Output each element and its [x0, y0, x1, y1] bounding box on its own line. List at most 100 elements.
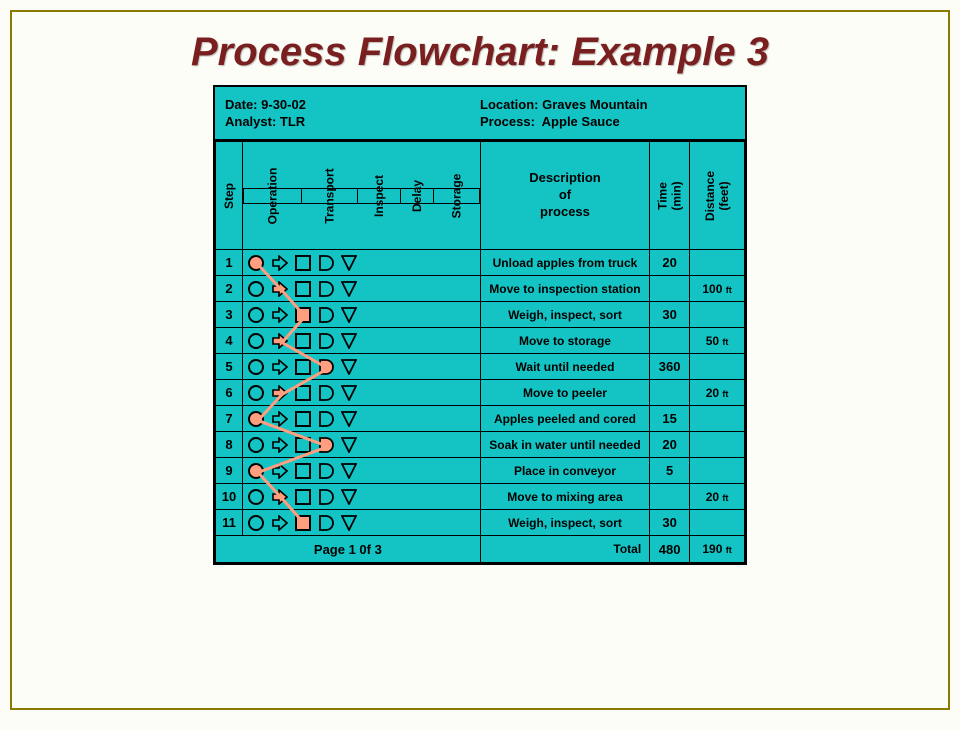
storage-triangle-icon: [341, 255, 357, 271]
distance-cell: 20 ft: [690, 380, 745, 406]
inspect-square-icon: [295, 255, 311, 271]
delay-d-icon: [318, 333, 334, 349]
delay-d-icon: [318, 489, 334, 505]
table-row: 10Move to mixing area20 ft: [216, 484, 745, 510]
time-cell: 30: [650, 510, 690, 536]
step-number: 3: [216, 302, 243, 328]
storage-triangle-icon: [341, 463, 357, 479]
time-cell: 30: [650, 302, 690, 328]
inspect-square-icon: [295, 515, 311, 531]
operation-circle-icon: [248, 489, 264, 505]
transport-arrow-icon: [272, 437, 288, 453]
distance-cell: [690, 432, 745, 458]
symbol-cell: [243, 354, 481, 380]
step-number: 10: [216, 484, 243, 510]
inspect-square-icon: [295, 437, 311, 453]
transport-arrow-icon: [272, 359, 288, 375]
symbol-cell: [243, 276, 481, 302]
time-cell: 15: [650, 406, 690, 432]
transport-arrow-icon: [272, 385, 288, 401]
col-operation-header: Operation: [265, 167, 279, 224]
location-label: Location:: [480, 97, 539, 112]
operation-circle-icon: [248, 515, 264, 531]
storage-triangle-icon: [341, 515, 357, 531]
step-number: 9: [216, 458, 243, 484]
table-row: 9 Place in conveyor5: [216, 458, 745, 484]
col-inspect-header: Inspect: [372, 174, 386, 216]
description-cell: Apples peeled and cored: [480, 406, 649, 432]
time-cell: [650, 484, 690, 510]
analyst-label: Analyst:: [225, 114, 276, 129]
inspect-square-icon: [295, 463, 311, 479]
delay-d-icon: [318, 463, 334, 479]
operation-circle-icon: [248, 333, 264, 349]
inspect-square-icon: [295, 281, 311, 297]
description-cell: Place in conveyor: [480, 458, 649, 484]
meta-header: Date: 9-30-02 Analyst: TLR Location: Gra…: [215, 87, 745, 141]
col-step-header: Step: [222, 183, 236, 209]
flowchart-table: Date: 9-30-02 Analyst: TLR Location: Gra…: [213, 85, 747, 565]
table-row: 7Apples peeled and cored15: [216, 406, 745, 432]
symbol-cell: [243, 380, 481, 406]
description-cell: Wait until needed: [480, 354, 649, 380]
step-number: 1: [216, 250, 243, 276]
inspect-square-icon: [295, 411, 311, 427]
inspect-square-icon: [295, 489, 311, 505]
step-number: 2: [216, 276, 243, 302]
storage-triangle-icon: [341, 281, 357, 297]
delay-d-icon: [318, 359, 334, 375]
time-cell: 360: [650, 354, 690, 380]
description-cell: Move to peeler: [480, 380, 649, 406]
storage-triangle-icon: [341, 333, 357, 349]
operation-circle-icon: [248, 385, 264, 401]
transport-arrow-icon: [272, 307, 288, 323]
operation-circle-icon: [248, 463, 264, 479]
transport-arrow-icon: [272, 463, 288, 479]
description-cell: Weigh, inspect, sort: [480, 510, 649, 536]
distance-cell: 100 ft: [690, 276, 745, 302]
inspect-square-icon: [295, 385, 311, 401]
delay-d-icon: [318, 281, 334, 297]
process-table: Step Operation Transport Inspect Delay S…: [215, 141, 745, 563]
description-cell: Soak in water until needed: [480, 432, 649, 458]
analyst-value: TLR: [280, 114, 305, 129]
time-cell: 5: [650, 458, 690, 484]
operation-circle-icon: [248, 307, 264, 323]
step-number: 5: [216, 354, 243, 380]
delay-d-icon: [318, 307, 334, 323]
process-label: Process:: [480, 114, 535, 129]
storage-triangle-icon: [341, 307, 357, 323]
process-value: Apple Sauce: [542, 114, 620, 129]
inspect-square-icon: [295, 359, 311, 375]
description-cell: Move to inspection station: [480, 276, 649, 302]
time-cell: [650, 276, 690, 302]
page-indicator: Page 1 0f 3: [216, 536, 481, 563]
description-cell: Move to storage: [480, 328, 649, 354]
description-cell: Unload apples from truck: [480, 250, 649, 276]
distance-cell: 50 ft: [690, 328, 745, 354]
distance-cell: [690, 510, 745, 536]
operation-circle-icon: [248, 281, 264, 297]
symbol-cell: [243, 484, 481, 510]
symbol-cell: [243, 406, 481, 432]
distance-cell: [690, 302, 745, 328]
distance-cell: [690, 406, 745, 432]
description-cell: Weigh, inspect, sort: [480, 302, 649, 328]
transport-arrow-icon: [272, 411, 288, 427]
total-distance: 190 ft: [690, 536, 745, 563]
time-cell: [650, 380, 690, 406]
operation-circle-icon: [248, 437, 264, 453]
transport-arrow-icon: [272, 333, 288, 349]
storage-triangle-icon: [341, 411, 357, 427]
symbol-cell: [243, 510, 481, 536]
step-number: 4: [216, 328, 243, 354]
col-description-header: Description of process: [480, 142, 649, 250]
symbol-cell: [243, 432, 481, 458]
col-storage-header: Storage: [449, 173, 463, 218]
table-row: 4 Move to storage 50 ft: [216, 328, 745, 354]
step-number: 8: [216, 432, 243, 458]
inspect-square-icon: [295, 307, 311, 323]
total-time: 480: [650, 536, 690, 563]
operation-circle-icon: [248, 359, 264, 375]
distance-cell: [690, 354, 745, 380]
